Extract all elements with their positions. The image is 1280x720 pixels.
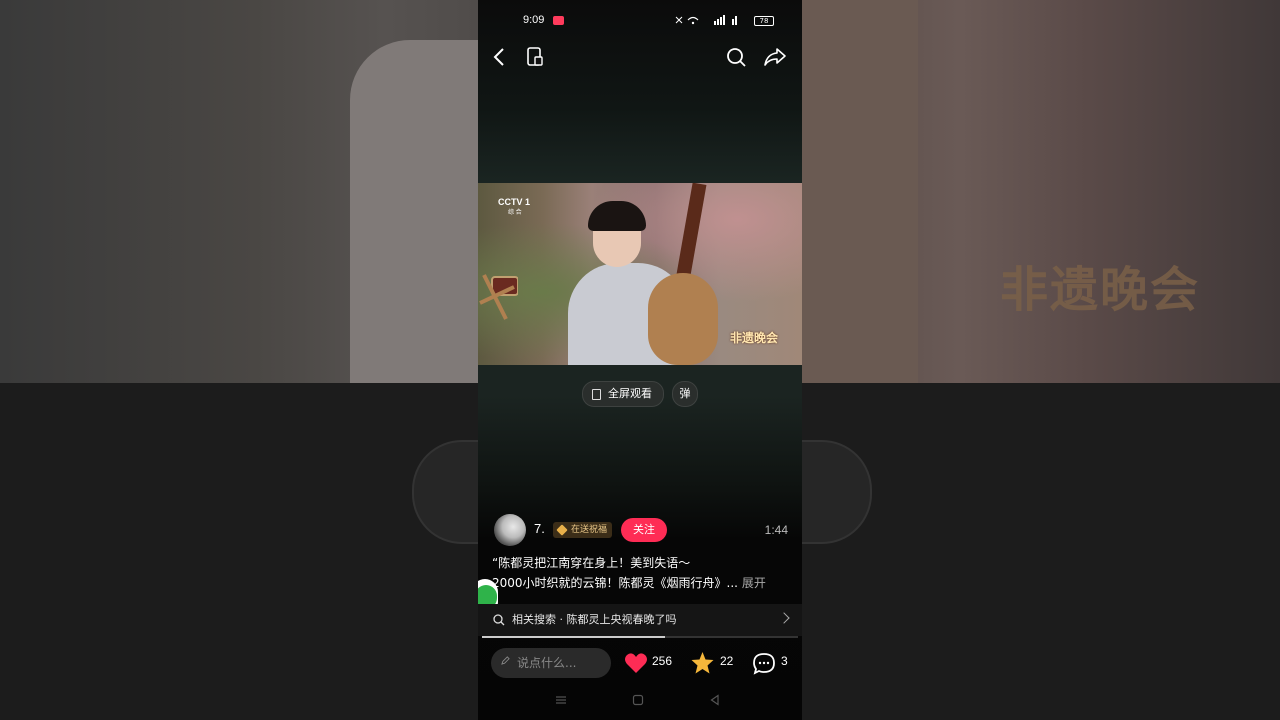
share-icon[interactable] xyxy=(763,47,787,67)
danmu-toggle-button[interactable]: 弹 xyxy=(672,381,698,407)
status-bar: 9:09 78 xyxy=(478,13,802,29)
menu-icon[interactable] xyxy=(555,694,567,706)
blessing-tag[interactable]: 在送祝福 xyxy=(553,522,613,538)
portrait-mode-icon[interactable] xyxy=(526,47,544,67)
search-icon xyxy=(493,614,505,626)
channel-logo: CCTV 1 综 合 xyxy=(498,197,530,216)
status-time: 9:09 xyxy=(523,14,545,26)
video-player[interactable]: CCTV 1 综 合 非遗晚会 xyxy=(478,183,802,365)
background-logo: 非遗晚会 xyxy=(1000,262,1201,318)
video-watermark: 非遗晚会 xyxy=(730,331,779,345)
comment-placeholder: 说点什么... xyxy=(517,656,577,670)
search-icon[interactable] xyxy=(726,47,746,67)
background-pipa xyxy=(800,0,918,383)
like-icon[interactable] xyxy=(624,652,648,674)
tag-label: 在送祝福 xyxy=(571,525,608,535)
like-count: 256 xyxy=(652,654,673,668)
related-search-text: 相关搜索 · 陈都灵上央视春晚了吗 xyxy=(512,613,677,626)
phone-screen: 9:09 78 CCTV 1 综 合 非遗晚会 全屏观看 弹 7. 在送祝福 关… xyxy=(478,0,802,720)
pipa-instrument xyxy=(648,273,718,365)
system-nav-bar xyxy=(478,692,802,710)
tag-icon xyxy=(556,524,568,536)
fullscreen-icon xyxy=(592,389,601,400)
author-row: 7. 在送祝福 关注 1:44 xyxy=(478,514,802,546)
comment-input[interactable]: 说点什么... xyxy=(491,648,611,678)
expand-link[interactable]: 展开 xyxy=(742,576,766,590)
description-line-2: 2000小时织就的云锦！陈都灵《烟雨行舟》... xyxy=(492,576,738,590)
back-nav-icon[interactable] xyxy=(709,694,721,706)
video-description[interactable]: “陈都灵把江南穿在身上！美到失语～ 2000小时织就的云锦！陈都灵《烟雨行舟》.… xyxy=(492,553,792,593)
follow-button[interactable]: 关注 xyxy=(621,518,667,542)
wifi-signal-icon xyxy=(675,15,737,25)
pen-icon xyxy=(501,656,510,665)
record-icon xyxy=(553,16,564,25)
favorite-star-icon[interactable] xyxy=(690,651,715,675)
progress-fill xyxy=(482,636,666,638)
background-figure xyxy=(350,40,480,383)
comment-icon[interactable] xyxy=(752,652,776,676)
channel-name: CCTV 1 xyxy=(498,197,531,207)
fullscreen-label: 全屏观看 xyxy=(608,387,652,400)
channel-sub: 综 合 xyxy=(508,210,522,216)
drum-prop xyxy=(479,274,518,320)
author-name[interactable]: 7. xyxy=(534,521,545,536)
battery-indicator: 78 xyxy=(754,16,774,26)
chevron-right-icon xyxy=(778,612,790,624)
signal-icons xyxy=(674,14,746,29)
comment-count: 3 xyxy=(781,654,788,668)
description-line-1: “陈都灵把江南穿在身上！美到失语～ xyxy=(492,556,691,570)
fullscreen-button[interactable]: 全屏观看 xyxy=(582,381,664,407)
video-progress-bar[interactable] xyxy=(482,636,798,638)
related-search-bar[interactable]: 相关搜索 · 陈都灵上央视春晚了吗 xyxy=(478,604,802,636)
avatar[interactable] xyxy=(494,514,526,546)
bottom-action-bar: 说点什么... 256 22 3 xyxy=(478,646,802,682)
home-icon[interactable] xyxy=(632,694,644,706)
video-duration: 1:44 xyxy=(764,523,788,537)
back-icon[interactable] xyxy=(492,47,506,67)
favorite-count: 22 xyxy=(720,654,734,668)
